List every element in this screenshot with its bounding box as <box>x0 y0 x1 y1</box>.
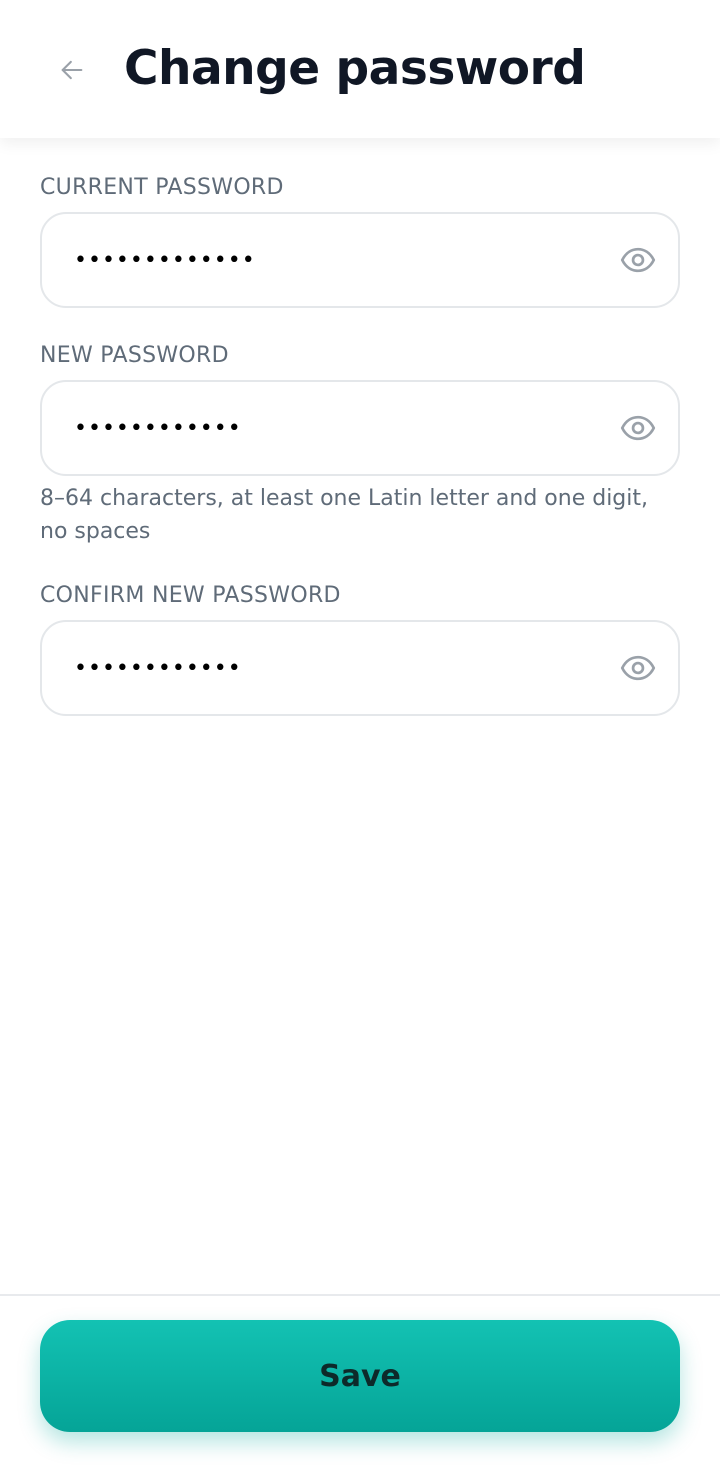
current-password-field <box>40 212 680 308</box>
new-password-visibility-toggle[interactable] <box>618 408 658 448</box>
page-title: Change password <box>124 41 586 96</box>
confirm-password-input[interactable] <box>74 622 594 714</box>
current-password-visibility-toggle[interactable] <box>618 240 658 280</box>
password-requirements-hint: 8–64 characters, at least one Latin lett… <box>40 486 648 544</box>
new-password-label: NEW PASSWORD <box>40 343 229 368</box>
header: Change password <box>0 0 720 138</box>
eye-icon <box>620 655 656 681</box>
current-password-label: CURRENT PASSWORD <box>40 175 284 200</box>
confirm-password-label: CONFIRM NEW PASSWORD <box>40 583 341 608</box>
new-password-input[interactable] <box>74 382 594 474</box>
new-password-field <box>40 380 680 476</box>
current-password-input[interactable] <box>74 214 594 306</box>
confirm-password-visibility-toggle[interactable] <box>618 648 658 688</box>
confirm-password-field <box>40 620 680 716</box>
eye-icon <box>620 247 656 273</box>
back-button[interactable] <box>44 42 100 98</box>
save-button[interactable]: Save <box>40 1320 680 1432</box>
eye-icon <box>620 415 656 441</box>
change-password-screen: Change password CURRENT PASSWORD NEW PAS… <box>0 0 720 1480</box>
arrow-left-icon <box>61 60 83 80</box>
footer-divider <box>0 1294 720 1296</box>
